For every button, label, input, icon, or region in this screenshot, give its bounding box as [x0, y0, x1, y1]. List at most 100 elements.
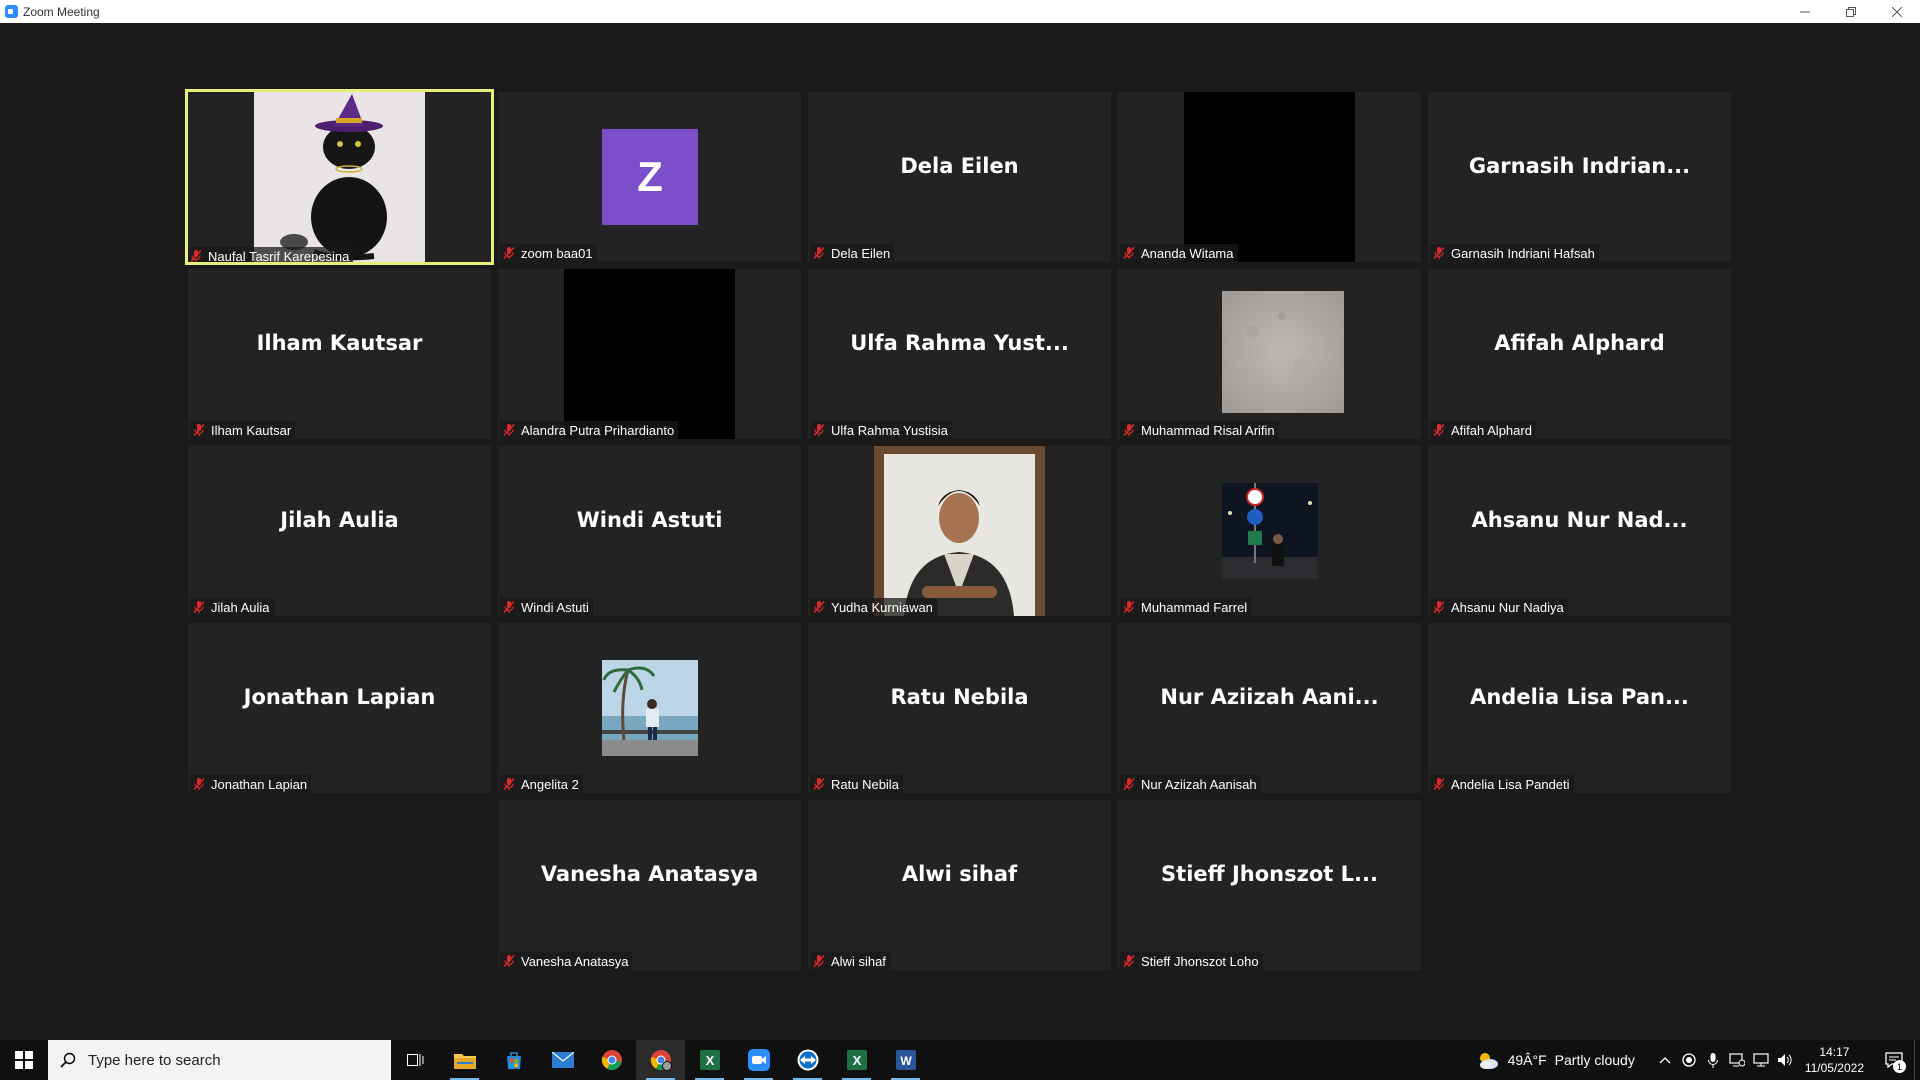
- participant-name-label: Ilham Kautsar: [211, 422, 292, 438]
- show-hidden-icons-button[interactable]: [1653, 1040, 1677, 1080]
- participant-name-label: Ratu Nebila: [831, 776, 899, 792]
- participant-name-tag: zoom baa01: [500, 244, 597, 262]
- svg-text:X: X: [852, 1053, 861, 1068]
- participant-display-name: Andelia Lisa Pan...: [1470, 685, 1689, 709]
- start-button[interactable]: [0, 1040, 48, 1080]
- excel-button-2[interactable]: X: [832, 1040, 881, 1080]
- participant-name-tag: Stieff Jhonszot Loho: [1120, 952, 1263, 970]
- participant-avatar: Z: [602, 129, 698, 225]
- participant-tile[interactable]: Angelita 2: [498, 623, 801, 793]
- chrome-profile-button[interactable]: [636, 1040, 685, 1080]
- volume-button[interactable]: [1773, 1040, 1797, 1080]
- microphone-icon: [1707, 1052, 1718, 1068]
- participant-display-name: Ratu Nebila: [890, 685, 1029, 709]
- participant-tile[interactable]: Stieff Jhonszot L... Stieff Jhonszot Loho: [1118, 800, 1421, 970]
- participant-tile[interactable]: Ulfa Rahma Yust... Ulfa Rahma Yustisia: [808, 269, 1111, 439]
- participant-name-label: Andelia Lisa Pandeti: [1451, 776, 1570, 792]
- microphone-tray-button[interactable]: [1701, 1040, 1725, 1080]
- participant-display-name: Garnasih Indrian...: [1468, 154, 1691, 178]
- participant-name-tag: Afifah Alphard: [1430, 421, 1536, 439]
- participant-tile[interactable]: Ratu Nebila Ratu Nebila: [808, 623, 1111, 793]
- teamviewer-button[interactable]: [783, 1040, 832, 1080]
- participant-tile[interactable]: Nur Aziizah Aani... Nur Aziizah Aanisah: [1118, 623, 1421, 793]
- clock-date: 11/05/2022: [1804, 1061, 1864, 1075]
- participant-tile[interactable]: Zzoom baa01: [498, 92, 801, 262]
- record-tray-button[interactable]: [1677, 1040, 1701, 1080]
- zoom-button[interactable]: [734, 1040, 783, 1080]
- participant-tile[interactable]: Ahsanu Nur Nad... Ahsanu Nur Nadiya: [1428, 446, 1731, 616]
- participant-tile[interactable]: Muhammad Risal Arifin: [1118, 269, 1421, 439]
- participant-name-tag: Yudha Kurniawan: [810, 598, 937, 616]
- participant-video-black: [1184, 92, 1355, 262]
- task-view-button[interactable]: [391, 1040, 440, 1080]
- participant-video: [874, 446, 1045, 616]
- taskbar-search[interactable]: [48, 1040, 391, 1080]
- excel-button[interactable]: X: [685, 1040, 734, 1080]
- participant-tile[interactable]: Afifah Alphard Afifah Alphard: [1428, 269, 1731, 439]
- participant-name-tag: Nur Aziizah Aanisah: [1120, 775, 1261, 793]
- muted-microphone-icon: [503, 423, 515, 437]
- participant-tile[interactable]: Vanesha Anatasya Vanesha Anatasya: [498, 800, 801, 970]
- weather-widget[interactable]: 49Â°F Partly cloudy: [1476, 1050, 1635, 1070]
- participant-tile[interactable]: Garnasih Indrian... Garnasih Indriani Haf…: [1428, 92, 1731, 262]
- participant-tile[interactable]: Andelia Lisa Pan... Andelia Lisa Pandeti: [1428, 623, 1731, 793]
- weather-description: Partly cloudy: [1554, 1052, 1635, 1068]
- participant-name-label: Vanesha Anatasya: [521, 953, 629, 969]
- participant-tile[interactable]: Dela Eilen Dela Eilen: [808, 92, 1111, 262]
- participant-tile-active-speaker[interactable]: Naufal Tasrif Karepesina: [185, 89, 494, 265]
- chrome-icon: [601, 1050, 622, 1070]
- participant-tile[interactable]: Ilham Kautsar Ilham Kautsar: [188, 269, 491, 439]
- participant-display-name: Nur Aziizah Aani...: [1160, 685, 1379, 709]
- participant-display-name: Ulfa Rahma Yust...: [850, 331, 1069, 355]
- muted-microphone-icon: [1433, 777, 1445, 791]
- participant-name-tag: Andelia Lisa Pandeti: [1430, 775, 1574, 793]
- participant-display-name: Windi Astuti: [576, 508, 723, 532]
- muted-microphone-icon: [1123, 423, 1135, 437]
- participant-display-name: Ilham Kautsar: [256, 331, 423, 355]
- participant-display-name: Jonathan Lapian: [243, 685, 436, 709]
- zoom-app-icon: [5, 5, 18, 18]
- muted-microphone-icon: [1123, 954, 1135, 968]
- chrome-button[interactable]: [587, 1040, 636, 1080]
- participant-display-name: Ahsanu Nur Nad...: [1471, 508, 1688, 532]
- muted-microphone-icon: [193, 777, 205, 791]
- participant-profile-picture: [1222, 483, 1318, 579]
- minimize-icon: [1800, 11, 1810, 12]
- participant-name-tag: Alandra Putra Prihardianto: [500, 421, 679, 439]
- taskbar-clock[interactable]: 14:17 11/05/2022: [1805, 1044, 1864, 1076]
- network-status-button[interactable]: [1725, 1040, 1749, 1080]
- excel-icon: X: [846, 1050, 867, 1070]
- participant-name-tag: Ratu Nebila: [810, 775, 903, 793]
- folder-icon: [453, 1054, 476, 1069]
- muted-microphone-icon: [503, 777, 515, 791]
- participant-tile[interactable]: Jilah Aulia Jilah Aulia: [188, 446, 491, 616]
- mail-button[interactable]: [538, 1040, 587, 1080]
- close-button[interactable]: [1874, 0, 1920, 23]
- show-desktop-button[interactable]: [1914, 1040, 1920, 1080]
- participant-tile[interactable]: Muhammad Farrel: [1118, 446, 1421, 616]
- participant-tile[interactable]: Alandra Putra Prihardianto: [498, 269, 801, 439]
- participant-name-label: Ananda Witama: [1141, 245, 1234, 261]
- muted-microphone-icon: [1433, 600, 1445, 614]
- file-explorer-button[interactable]: [440, 1040, 489, 1080]
- display-tray-button[interactable]: [1749, 1040, 1773, 1080]
- chrome-icon: [650, 1050, 672, 1071]
- participant-display-name: Alwi sihaf: [901, 862, 1018, 886]
- word-button[interactable]: W: [881, 1040, 930, 1080]
- participant-tile[interactable]: Ananda Witama: [1118, 92, 1421, 262]
- minimize-button[interactable]: [1782, 0, 1828, 23]
- muted-microphone-icon: [503, 954, 515, 968]
- zoom-icon: [747, 1049, 770, 1071]
- participant-tile[interactable]: Jonathan Lapian Jonathan Lapian: [188, 623, 491, 793]
- microsoft-store-button[interactable]: [489, 1040, 538, 1080]
- participant-tile[interactable]: Alwi sihaf Alwi sihaf: [808, 800, 1111, 970]
- weather-temperature: 49Â°F: [1507, 1052, 1547, 1068]
- svg-text:W: W: [900, 1054, 912, 1068]
- restore-button[interactable]: [1828, 0, 1874, 23]
- notifications-button[interactable]: 1: [1874, 1040, 1914, 1080]
- participant-tile[interactable]: Windi Astuti Windi Astuti: [498, 446, 801, 616]
- search-input[interactable]: [86, 1050, 370, 1070]
- participant-tile[interactable]: Yudha Kurniawan: [808, 446, 1111, 616]
- muted-microphone-icon: [813, 777, 825, 791]
- window-titlebar: Zoom Meeting: [0, 0, 1920, 24]
